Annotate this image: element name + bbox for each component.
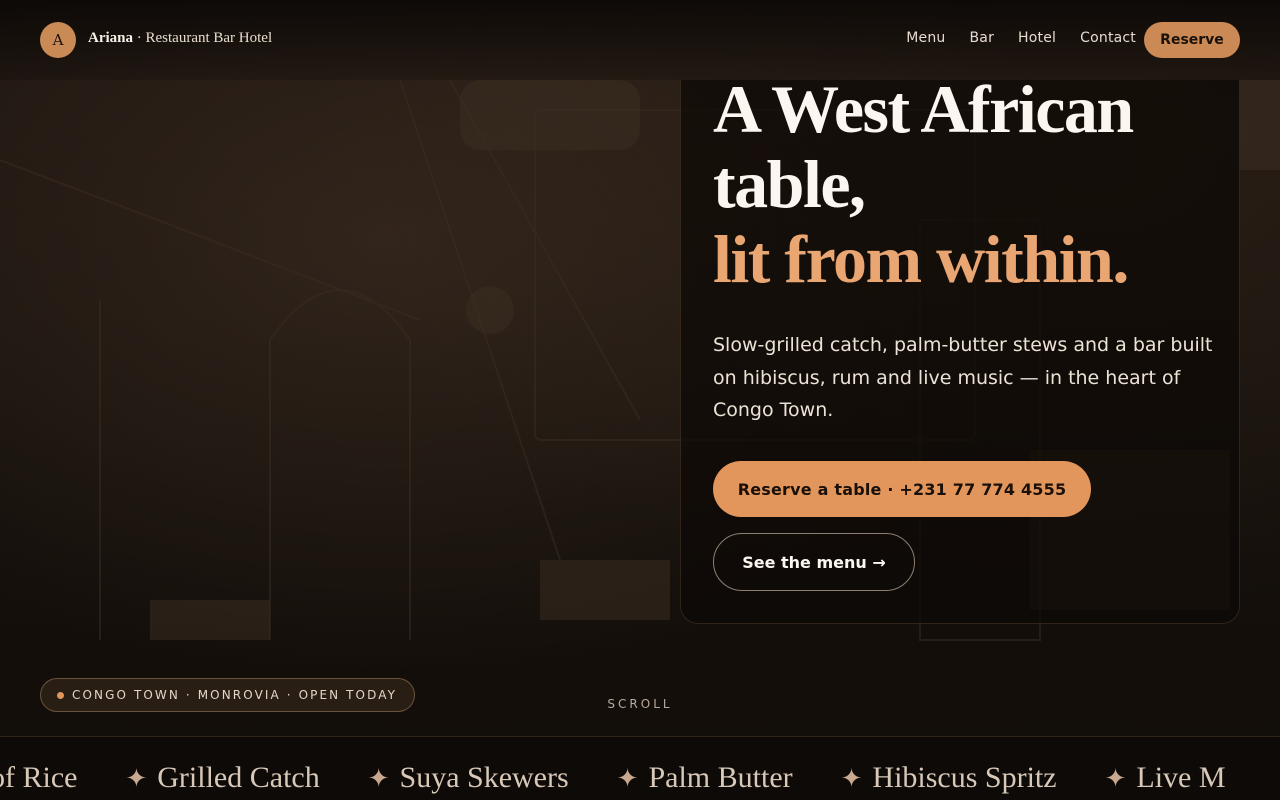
marquee-item-label: of Rice — [0, 761, 78, 794]
hero-subtitle: Slow-grilled catch, palm-butter stews an… — [713, 334, 1213, 421]
star-icon: ✦ — [840, 764, 863, 794]
marquee-item-label: Grilled Catch — [157, 761, 320, 794]
marquee-item: ✦ Hibiscus Spritz — [841, 761, 1057, 795]
scroll-indicator[interactable]: SCROLL — [560, 697, 720, 711]
location-status-text: CONGO TOWN · MONROVIA · OPEN TODAY — [72, 688, 398, 702]
see-menu-button[interactable]: See the menu → — [713, 533, 915, 591]
reserve-table-button[interactable]: Reserve a table · +231 77 774 4555 — [713, 461, 1091, 517]
marquee-item: of Rice — [0, 761, 77, 795]
hero-headline: A West African table, lit from within. — [713, 72, 1233, 297]
star-icon: ✦ — [616, 764, 639, 794]
headline-line-2: table, — [713, 146, 866, 222]
nav-link-hotel[interactable]: Hotel — [1018, 30, 1056, 46]
site-header: A Ariana · Restaurant Bar Hotel Menu Bar… — [0, 0, 1280, 80]
marquee-item: ✦ Palm Butter — [617, 761, 793, 795]
marquee-item: ✦ Suya Skewers — [368, 761, 569, 795]
star-icon: ✦ — [125, 764, 148, 794]
brand-tagline: · Restaurant Bar Hotel — [133, 30, 273, 46]
nav-link-menu[interactable]: Menu — [906, 30, 945, 46]
headline-line-1: A West African — [713, 71, 1134, 147]
star-icon: ✦ — [367, 764, 390, 794]
nav-link-contact[interactable]: Contact — [1080, 30, 1136, 46]
location-status-pill: CONGO TOWN · MONROVIA · OPEN TODAY — [40, 678, 415, 712]
marquee-item-label: Live M — [1136, 761, 1226, 794]
marquee-item: ✦ Live M — [1105, 761, 1226, 795]
marquee-item-label: Suya Skewers — [399, 761, 569, 794]
nav-links: Menu Bar Hotel Contact — [906, 30, 1136, 46]
marquee-item-label: Palm Butter — [648, 761, 793, 794]
main-nav: Menu Bar Hotel Contact Reserve — [906, 22, 1240, 58]
logo-badge[interactable]: A — [40, 22, 76, 58]
marquee-item: ✦ Grilled Catch — [125, 761, 319, 795]
reserve-button[interactable]: Reserve — [1144, 22, 1240, 58]
star-icon: ✦ — [1104, 764, 1127, 794]
dish-marquee: of Rice ✦ Grilled Catch ✦ Suya Skewers ✦ Palm … — [0, 736, 1280, 800]
headline-accent: lit from within. — [713, 221, 1129, 297]
open-status-dot-icon — [57, 691, 64, 699]
marquee-item-label: Hibiscus Spritz — [872, 761, 1057, 794]
nav-link-bar[interactable]: Bar — [969, 30, 994, 46]
brand-lockup[interactable]: Ariana · Restaurant Bar Hotel — [88, 30, 272, 47]
marquee-track: of Rice ✦ Grilled Catch ✦ Suya Skewers ✦ Palm … — [0, 761, 1274, 795]
brand-name: Ariana — [88, 30, 133, 46]
